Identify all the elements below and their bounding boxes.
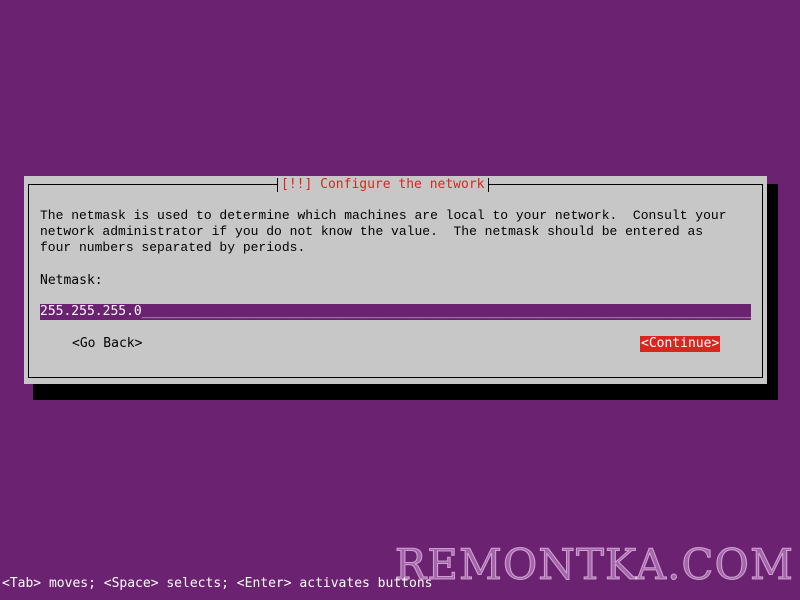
dialog-shadow-right — [767, 184, 778, 400]
dialog-title: [!!] Configure the network — [277, 177, 489, 193]
dialog-shadow-bottom — [33, 384, 778, 400]
netmask-input-fill: ________________________________________… — [141, 304, 751, 319]
netmask-label: Netmask: — [40, 273, 103, 288]
netmask-input[interactable]: 255.255.255.0___________________________… — [40, 304, 751, 320]
netmask-value: 255.255.255.0 — [40, 304, 142, 319]
status-bar: <Tab> moves; <Space> selects; <Enter> ac… — [2, 576, 433, 591]
go-back-button[interactable]: <Go Back> — [72, 336, 142, 352]
configure-network-dialog: [!!] Configure the network The netmask i… — [24, 176, 767, 384]
continue-button[interactable]: <Continue> — [640, 336, 721, 352]
dialog-description: The netmask is used to determine which m… — [40, 208, 727, 255]
